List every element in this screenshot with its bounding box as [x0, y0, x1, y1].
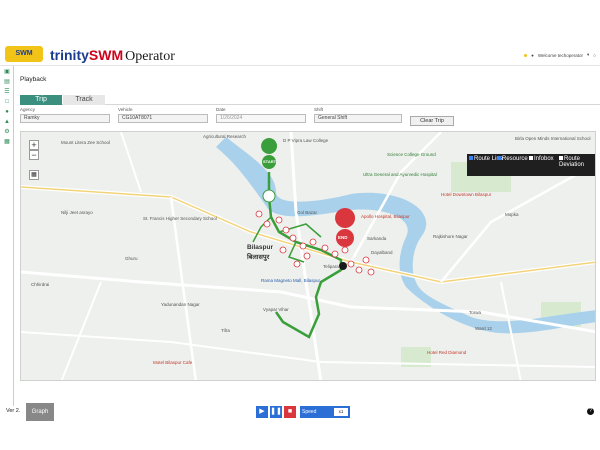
date-group: Date 1/26/2024	[216, 107, 306, 123]
shift-label: Shift	[314, 107, 324, 112]
app-logo: SWM	[5, 46, 43, 62]
brand-part3: Operator	[125, 49, 175, 64]
map-label-gol-bazar: Gol Bazar	[297, 210, 318, 215]
map-label-yadunandan-nagar: Yadunandan Nagar	[161, 302, 200, 307]
map-label-telipara: Telipara	[323, 264, 339, 269]
brand-part1: trinity	[50, 47, 89, 63]
shift-select[interactable]: General Shift	[314, 114, 402, 123]
map-label-mount-litera: Mount Litera Zee School	[61, 140, 111, 145]
chevron-down-icon[interactable]: ▾	[587, 52, 589, 58]
map-label-dayalband: Dayalband	[371, 250, 393, 255]
pin-icon[interactable]: ●	[3, 109, 11, 116]
agency-select[interactable]: Ramky	[20, 114, 110, 123]
version-label: Ver 2.	[6, 408, 21, 414]
group-icon[interactable]: ▲	[3, 119, 11, 126]
dashboard-icon[interactable]: ▣	[3, 69, 11, 76]
stop-icon[interactable]: ■	[284, 406, 296, 418]
sidebar: ▣ ▤ ☰ □ ● ▲ ⚙ ▦	[0, 66, 14, 406]
route-line-checkbox[interactable]	[469, 156, 473, 161]
map-label-science-college-ground: Science College Ground	[387, 152, 436, 157]
legend-route-deviation[interactable]: Route Deviation	[559, 156, 595, 168]
map-label-apollo-hospital: Apollo Hospital, Bilaspur	[361, 214, 410, 219]
list-icon[interactable]: ☰	[3, 89, 11, 96]
date-label: Date	[216, 107, 226, 112]
user-area: ● Welcome techoperator ▾ ○	[524, 52, 596, 58]
clear-trip-button[interactable]: Clear Trip	[410, 116, 454, 126]
resource-label: Resource	[502, 156, 528, 162]
infobox-checkbox[interactable]	[529, 156, 533, 161]
help-icon[interactable]: ?	[587, 408, 594, 415]
map-label-agricultural-research: Agricultural Research	[203, 134, 247, 139]
zoom-in-button[interactable]: +	[29, 140, 39, 150]
filter-bar: Agency Ramky Vehicle CG10AT8071 Date 1/2…	[20, 107, 600, 129]
map-label-bilaspur-hindi: बिलासपुर	[247, 254, 270, 261]
map-label-ultra-hospital: Ultra General and Ayurvedic Hospital	[363, 172, 437, 177]
map-label-nilji-jeet: Nilji Jeet asrayo	[61, 210, 93, 215]
vehicle-select[interactable]: CG10AT8071	[118, 114, 208, 123]
map-label-ward-12: Ward 12	[475, 326, 492, 331]
map-label-rajkishore-nagar: Rajkishore Nagar	[433, 234, 468, 239]
page-title: Playback	[20, 76, 47, 83]
legend-resource[interactable]: Resource	[497, 156, 528, 162]
legend-infobox[interactable]: Infobox	[529, 156, 554, 162]
agency-group: Agency Ramky	[20, 107, 110, 123]
brand-part2: SWM	[88, 47, 124, 63]
map-label-vyapar-vihar: Vyapar Vihar	[263, 307, 289, 312]
graph-button[interactable]: Graph	[26, 403, 54, 421]
pause-icon[interactable]: ❚❚	[270, 406, 282, 418]
map-label-mopka: Mopka	[505, 212, 519, 217]
welcome-text[interactable]: Welcome techoperator	[538, 53, 583, 58]
vehicle-label: Vehicle	[118, 107, 133, 112]
speed-select[interactable]: x1	[334, 408, 348, 416]
playback-bar: Ver 2. Graph ▶ ❚❚ ■ Speed x1 ?	[0, 403, 600, 421]
map-label-hotel-red-diamond: Hotel Red Diamond	[427, 350, 467, 355]
tab-trip[interactable]: Trip	[20, 95, 62, 105]
map-label-birla-school: Birla Open Minds International School	[515, 136, 591, 141]
map-label-sarkanda: Sarkanda	[367, 236, 387, 241]
chart-icon[interactable]: ▤	[3, 79, 11, 86]
notification-icon[interactable]	[524, 53, 528, 57]
zoom-control: + −	[29, 140, 39, 160]
map-label-vipra-law-college: D P Vipra Law College	[283, 138, 329, 143]
map-legend: Route Line Resource Infobox Route Deviat…	[467, 154, 595, 176]
speed-label: Speed	[302, 409, 317, 415]
map-label-st-francis: St. Francis Higher Secondary School	[143, 216, 217, 221]
brand-title: trinitySWM Operator	[50, 47, 175, 65]
settings-icon[interactable]: ⚙	[3, 129, 11, 136]
resource-checkbox[interactable]	[497, 156, 501, 161]
map-label-motel-bilaspur-cafe: Motel Bilaspur Cafe	[153, 360, 193, 365]
end-marker-label[interactable]: END	[338, 235, 348, 240]
layers-button[interactable]: ▦	[29, 170, 39, 180]
route-deviation-checkbox[interactable]	[559, 156, 563, 161]
zoom-out-button[interactable]: −	[29, 150, 39, 160]
vehicle-group: Vehicle CG10AT8071	[118, 107, 208, 123]
speed-control: Speed x1	[300, 406, 350, 418]
map-label-hotel-downtown: Hotel Downtown Bilaspur	[441, 192, 492, 197]
start-marker-label[interactable]: START	[263, 159, 276, 164]
map-label-ghuru: Ghuru	[125, 256, 138, 261]
play-icon[interactable]: ▶	[256, 406, 268, 418]
tab-track[interactable]: Track	[63, 95, 105, 105]
top-header: SWM trinitySWM Operator ● Welcome techope…	[0, 0, 600, 66]
date-input[interactable]: 1/26/2024	[216, 114, 306, 123]
tab-bar: Trip Track	[20, 95, 600, 105]
agency-label: Agency	[20, 107, 36, 112]
infobox-label: Infobox	[534, 156, 554, 162]
user-icon[interactable]: ●	[531, 53, 534, 58]
report-icon[interactable]: ▦	[3, 139, 11, 146]
map-label-bilaspur: Bilaspur	[247, 244, 274, 251]
map-label-chhirdrai: Chhirdrai	[31, 282, 50, 287]
map-view[interactable]: START END Bilaspur बिलासपुर Dayalband Ra…	[20, 131, 596, 381]
map-label-tifra: Tifra	[221, 328, 230, 333]
document-icon[interactable]: □	[3, 99, 11, 106]
map-label-torwa: Torwa	[469, 310, 482, 315]
map-label-rama-magneto-mall: Rama Magneto Mall, Bilaspur	[261, 278, 321, 283]
shift-group: Shift General Shift	[314, 107, 402, 123]
power-icon[interactable]: ○	[593, 53, 596, 58]
